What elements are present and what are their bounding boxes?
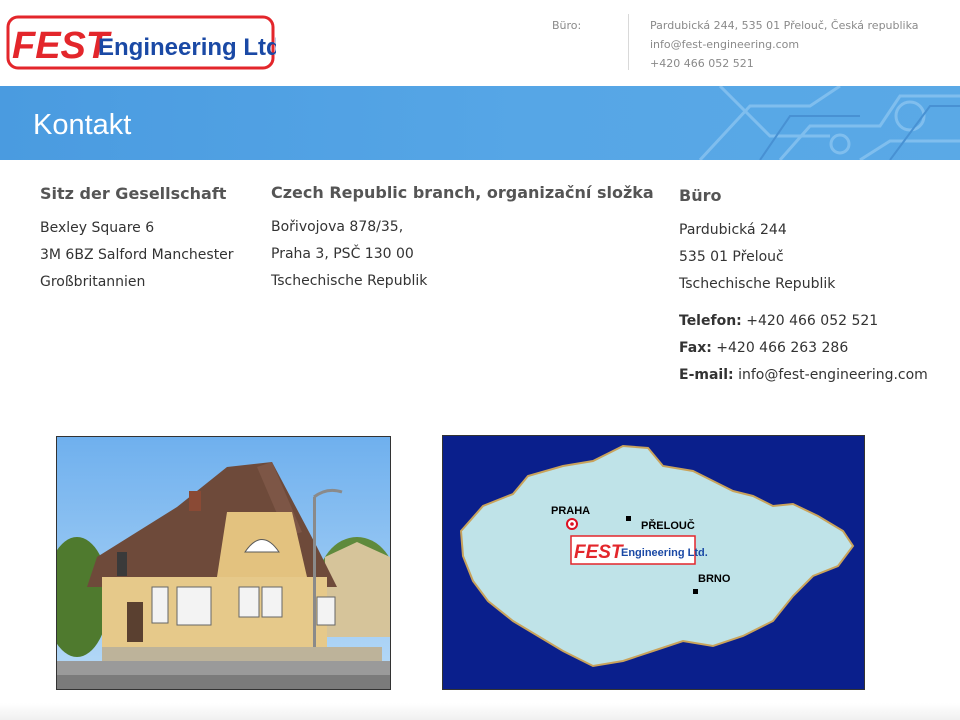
office-email-link[interactable]: info@fest-engineering.com [650, 35, 919, 54]
footer-bar [0, 703, 960, 720]
phone-label: Telefon: [679, 313, 742, 329]
svg-text:FEST: FEST [12, 25, 112, 67]
location-map: PRAHA PŘELOUČ BRNO FEST Engineering Ltd. [442, 435, 865, 690]
hq-address-line: 3M 6BZ Salford Manchester [40, 247, 234, 263]
banner-decoration [698, 86, 960, 160]
building-illustration [57, 437, 390, 689]
hq-address-line: Großbritannien [40, 274, 146, 290]
page-title: Kontakt [33, 109, 132, 141]
office-heading: Büro [679, 186, 722, 205]
header-divider [628, 14, 629, 70]
office-address-line: 535 01 Přelouč [679, 249, 784, 265]
praha-label: PRAHA [551, 505, 590, 517]
company-logo[interactable]: FEST Engineering Ltd. [6, 14, 276, 72]
office-address-column: Büro Pardubická 244 535 01 Přelouč Tsche… [679, 186, 928, 389]
svg-text:Engineering Ltd.: Engineering Ltd. [621, 547, 708, 559]
branch-address-column: Czech Republic branch, organizační složk… [271, 183, 654, 295]
prelouc-marker [626, 516, 631, 521]
fax-label: Fax: [679, 340, 712, 356]
office-phone: +420 466 052 521 [650, 57, 754, 70]
svg-text:FEST: FEST [574, 542, 624, 563]
fax-value: +420 466 263 286 [716, 340, 849, 356]
czech-map-illustration: PRAHA PŘELOUČ BRNO FEST Engineering Ltd. [443, 436, 864, 689]
hq-address-line: Bexley Square 6 [40, 220, 155, 236]
office-address-line: Pardubická 244 [679, 222, 787, 238]
brno-marker [693, 589, 698, 594]
office-address: Pardubická 244, 535 01 Přelouč, Česká re… [650, 19, 919, 32]
phone-value: +420 466 052 521 [746, 313, 879, 329]
svg-text:Engineering Ltd.: Engineering Ltd. [98, 34, 276, 61]
page-banner: Kontakt [0, 86, 960, 160]
office-info: Pardubická 244, 535 01 Přelouč, Česká re… [650, 16, 919, 73]
branch-address-line: Praha 3, PSČ 130 00 [271, 246, 414, 262]
office-building-photo [56, 436, 391, 690]
email-row: E-mail: info@fest-engineering.com [679, 362, 928, 389]
email-link[interactable]: info@fest-engineering.com [738, 367, 928, 383]
office-contact-lines: Telefon: +420 466 052 521 Fax: +420 466 … [679, 308, 928, 389]
hq-address-column: Sitz der Gesellschaft Bexley Square 6 3M… [40, 184, 234, 296]
branch-address-line: Tschechische Republik [271, 273, 428, 289]
branch-heading: Czech Republic branch, organizační složk… [271, 183, 654, 202]
page-header: FEST Engineering Ltd. Büro: Pardubická 2… [0, 0, 960, 86]
brno-label: BRNO [698, 573, 731, 585]
fax-row: Fax: +420 466 263 286 [679, 335, 928, 362]
prelouc-label: PŘELOUČ [641, 519, 695, 532]
phone-row: Telefon: +420 466 052 521 [679, 308, 928, 335]
map-company-logo: FEST Engineering Ltd. [570, 535, 708, 565]
email-label: E-mail: [679, 367, 734, 383]
office-address-line: Tschechische Republik [679, 276, 836, 292]
branch-address-line: Bořivojova 878/35, [271, 219, 404, 235]
office-label: Büro: [552, 19, 582, 32]
hq-heading: Sitz der Gesellschaft [40, 184, 227, 203]
